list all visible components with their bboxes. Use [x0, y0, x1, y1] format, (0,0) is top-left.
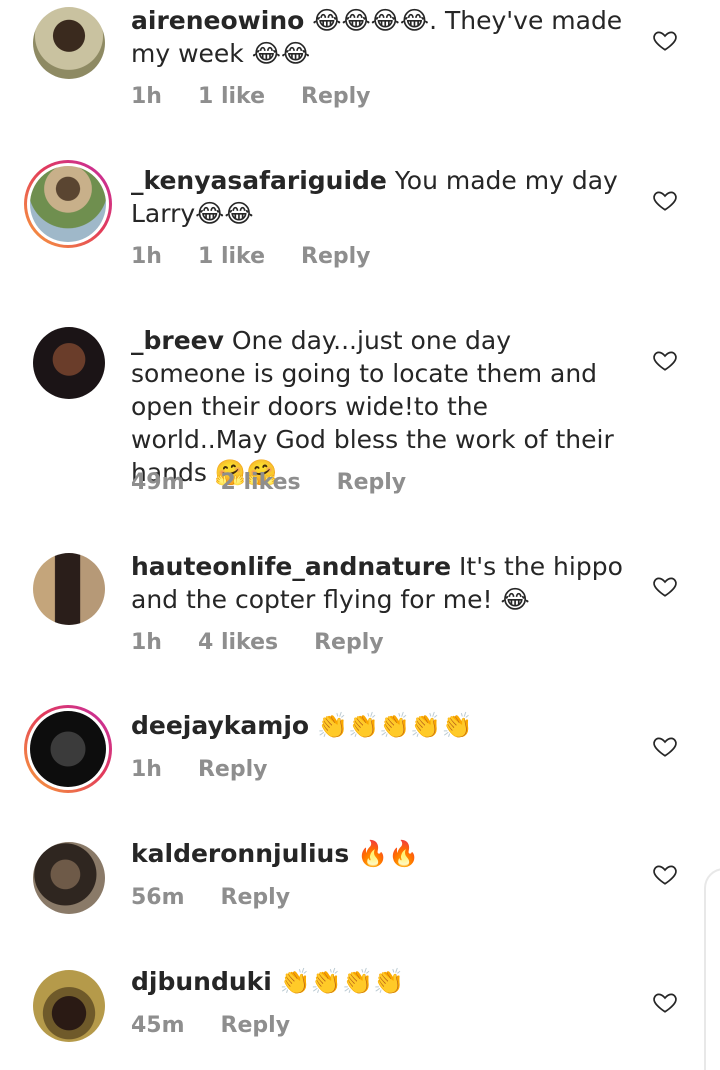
comment-meta: 56m Reply	[131, 885, 326, 910]
heart-icon[interactable]	[652, 27, 678, 53]
comment-username[interactable]: kalderonnjulius	[131, 839, 349, 868]
avatar[interactable]	[33, 842, 105, 914]
avatar[interactable]	[24, 160, 112, 248]
comment-meta: 49m 2 likes Reply	[131, 470, 442, 495]
comment-time: 45m	[131, 1013, 185, 1038]
comment-text: djbunduki 👏👏👏👏	[131, 965, 631, 998]
comment-likes[interactable]: 1 like	[198, 84, 265, 109]
avatar[interactable]	[24, 705, 112, 793]
comment-username[interactable]: hauteonlife_andnature	[131, 552, 451, 581]
comment-text: _breev One day...just one day someone is…	[131, 324, 631, 489]
comment-time: 1h	[131, 84, 162, 109]
comment-likes[interactable]: 1 like	[198, 244, 265, 269]
comment-likes[interactable]: 2 likes	[221, 470, 301, 495]
comment-time: 1h	[131, 630, 162, 655]
heart-icon[interactable]	[652, 861, 678, 887]
comment-username[interactable]: _breev	[131, 326, 224, 355]
comment-body: 👏👏👏👏	[271, 967, 405, 996]
comment-text: hauteonlife_andnature It's the hippo and…	[131, 550, 631, 616]
comment-username[interactable]: _kenyasafariguide	[131, 166, 387, 195]
comment-body: 🔥🔥	[349, 839, 420, 868]
comment-time: 1h	[131, 757, 162, 782]
comment-text: _kenyasafariguide You made my day Larry😂…	[131, 164, 631, 230]
reply-button[interactable]: Reply	[221, 1013, 291, 1038]
comment-meta: 1h Reply	[131, 757, 303, 782]
comment-meta: 45m Reply	[131, 1013, 326, 1038]
reply-button[interactable]: Reply	[314, 630, 384, 655]
reply-button[interactable]: Reply	[221, 885, 291, 910]
comment-time: 49m	[131, 470, 185, 495]
avatar[interactable]	[33, 970, 105, 1042]
avatar[interactable]	[33, 553, 105, 625]
heart-icon[interactable]	[652, 187, 678, 213]
reply-button[interactable]: Reply	[198, 757, 268, 782]
comment-text: deejaykamjo 👏👏👏👏👏	[131, 709, 631, 742]
comment-meta: 1h 1 like Reply	[131, 84, 407, 109]
comment-meta: 1h 1 like Reply	[131, 244, 407, 269]
comment-text: kalderonnjulius 🔥🔥	[131, 837, 631, 870]
avatar[interactable]	[33, 7, 105, 79]
comment-likes[interactable]: 4 likes	[198, 630, 278, 655]
reply-button[interactable]: Reply	[301, 244, 371, 269]
reply-button[interactable]: Reply	[301, 84, 371, 109]
comment-text: aireneowino 😂😂😂😂. They've made my week 😂…	[131, 4, 631, 70]
comment-body: 👏👏👏👏👏	[309, 711, 473, 740]
reply-button[interactable]: Reply	[337, 470, 407, 495]
heart-icon[interactable]	[652, 347, 678, 373]
comment-username[interactable]: deejaykamjo	[131, 711, 309, 740]
comment-username[interactable]: aireneowino	[131, 6, 304, 35]
heart-icon[interactable]	[652, 989, 678, 1015]
avatar[interactable]	[33, 327, 105, 399]
heart-icon[interactable]	[652, 733, 678, 759]
heart-icon[interactable]	[652, 573, 678, 599]
comment-meta: 1h 4 likes Reply	[131, 630, 420, 655]
bottom-sheet-edge	[704, 868, 720, 1070]
comment-username[interactable]: djbunduki	[131, 967, 272, 996]
comment-time: 1h	[131, 244, 162, 269]
comment-time: 56m	[131, 885, 185, 910]
